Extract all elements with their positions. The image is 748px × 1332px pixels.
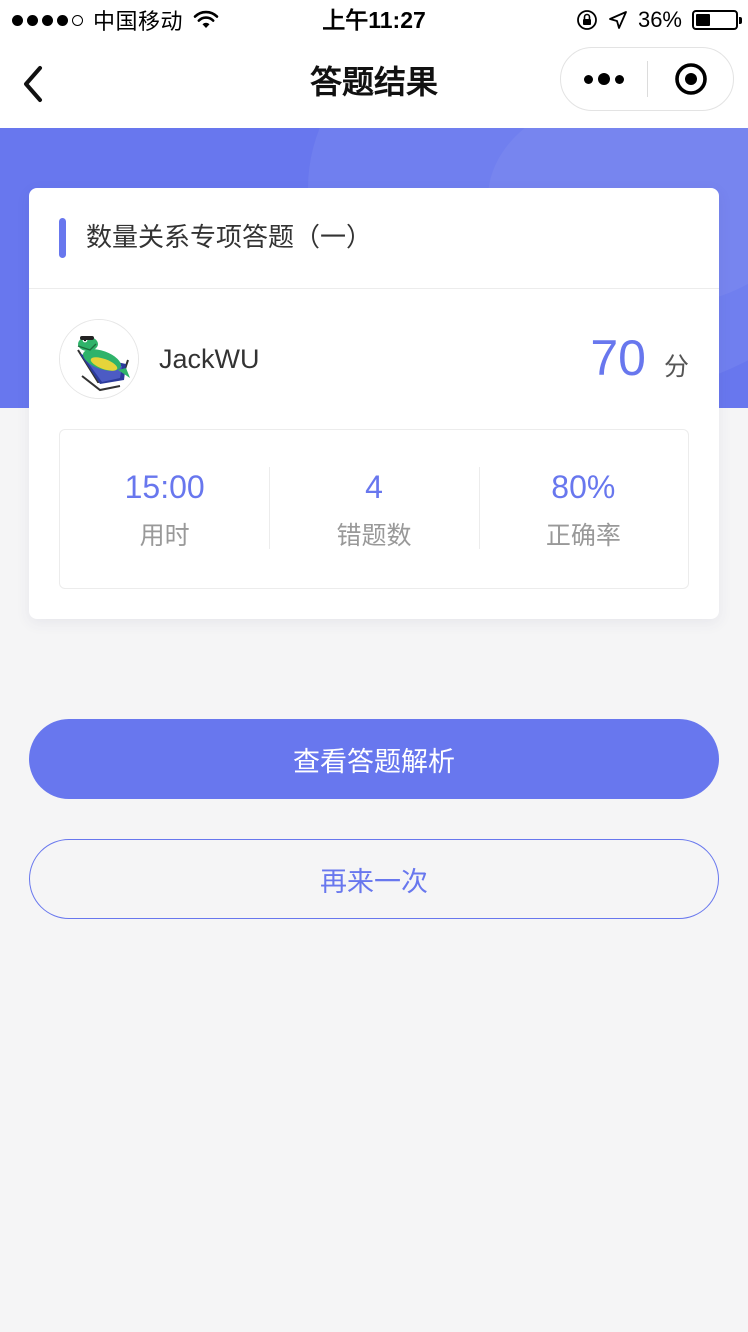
- status-right: 36%: [576, 6, 742, 34]
- username: JackWU: [159, 344, 260, 374]
- target-circle-icon[interactable]: [648, 48, 733, 110]
- stat-time: 15:00 用时: [60, 467, 269, 551]
- crocodile-avatar-icon: [60, 320, 138, 398]
- mini-program-capsule: [560, 47, 734, 111]
- stat-accuracy: 80% 正确率: [478, 467, 688, 551]
- stat-label: 正确率: [545, 521, 621, 550]
- view-analysis-button[interactable]: 查看答题解析: [29, 719, 719, 799]
- status-bar: 中国移动 上午11:27 36%: [0, 0, 748, 40]
- score: 70 分: [590, 329, 689, 387]
- battery-icon: [692, 10, 742, 30]
- result-card: 数量关系专项答题（一） JackWU 70 分 15:00 用时 4 错题数 8…: [29, 188, 719, 619]
- stat-wrong-count: 4 错题数: [269, 467, 478, 551]
- avatar: [59, 319, 139, 399]
- score-unit: 分: [663, 352, 689, 381]
- quiz-title: 数量关系专项答题（一）: [86, 223, 373, 253]
- battery-percent: 36%: [637, 7, 682, 32]
- location-arrow-icon: [609, 11, 627, 29]
- stat-value: 4: [365, 469, 383, 505]
- stat-label: 用时: [139, 521, 190, 550]
- card-header: 数量关系专项答题（一）: [29, 188, 719, 289]
- user-row: JackWU 70 分: [29, 289, 719, 429]
- stats-panel: 15:00 用时 4 错题数 80% 正确率: [59, 429, 689, 589]
- stat-value: 80%: [551, 469, 616, 505]
- orientation-lock-icon: [577, 10, 597, 30]
- stat-value: 15:00: [124, 469, 205, 505]
- score-value: 70: [590, 330, 646, 386]
- title-accent-bar: [59, 218, 66, 258]
- more-dots-icon[interactable]: [561, 48, 647, 110]
- retry-button[interactable]: 再来一次: [29, 839, 719, 919]
- nav-bar: 答题结果: [0, 40, 748, 128]
- stat-label: 错题数: [336, 521, 412, 550]
